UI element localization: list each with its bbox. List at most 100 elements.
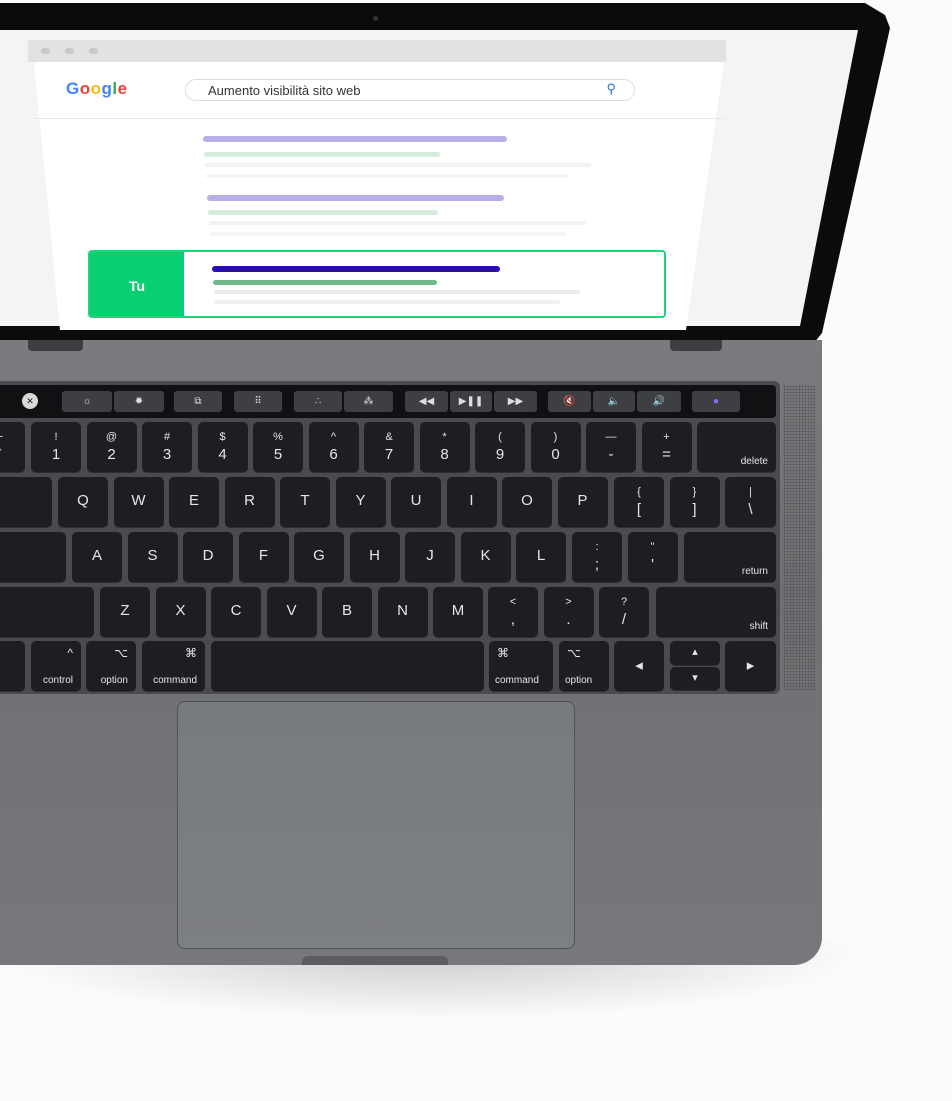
volume-up-icon[interactable]: 🔊 — [637, 391, 681, 412]
brightness-up-icon[interactable]: ✹ — [114, 391, 164, 412]
key-label: > — [565, 596, 572, 608]
trackpad[interactable] — [177, 701, 575, 949]
key-d[interactable]: D — [183, 532, 233, 582]
key-;[interactable]: :; — [572, 532, 622, 582]
key-c[interactable]: C — [211, 587, 261, 637]
key-/[interactable]: ? / — [599, 587, 649, 637]
key-j[interactable]: J — [405, 532, 455, 582]
key-6[interactable]: ^ 6 — [308, 422, 359, 472]
window-minimize-dot[interactable] — [65, 48, 74, 54]
mission-control-icon[interactable]: ⧉ — [174, 391, 222, 412]
key-3[interactable]: #3 — [142, 422, 192, 472]
key-\[interactable]: | \ — [725, 477, 776, 527]
key-5[interactable]: % 5 — [253, 422, 303, 472]
key-.[interactable]: >. — [543, 587, 594, 637]
key-shift-right[interactable]: shift — [656, 587, 776, 637]
key-7[interactable]: & 7 — [364, 422, 414, 472]
key-z[interactable]: Z — [100, 587, 150, 637]
key-`[interactable]: ~` — [0, 422, 25, 472]
search-input[interactable]: Aumento visibilità sito web ⚲ — [185, 79, 635, 101]
key-arrow-down[interactable]: ▾ — [670, 667, 720, 690]
key-v[interactable]: V — [266, 587, 317, 637]
key-4[interactable]: $4 — [197, 422, 248, 472]
key-a[interactable]: A — [72, 532, 122, 582]
result-title-placeholder[interactable] — [203, 136, 507, 142]
key-'[interactable]: " ' — [627, 532, 678, 582]
key-label: - — [608, 446, 614, 463]
key-0[interactable]: ) 0 — [530, 422, 581, 472]
key-arrow-right[interactable]: ▸ — [725, 641, 776, 691]
mute-icon[interactable]: 🔇 — [548, 391, 591, 412]
key--[interactable]: — - — [586, 422, 636, 472]
search-icon[interactable]: ⚲ — [606, 81, 616, 97]
key-g[interactable]: G — [294, 532, 344, 582]
fast-forward-icon[interactable]: ▶▶ — [494, 391, 537, 412]
key-q[interactable]: Q — [58, 477, 108, 527]
result-title-placeholder[interactable] — [207, 195, 504, 201]
key-label: K — [480, 547, 491, 564]
key-=[interactable]: + = — [641, 422, 692, 472]
logo-letter: o — [90, 79, 102, 98]
key-8[interactable]: * 8 — [419, 422, 470, 472]
keyboard-light-up-icon[interactable]: ⁂ — [344, 391, 393, 412]
key-arrow-up[interactable]: ▴ — [670, 641, 720, 665]
key-command-right[interactable]: ⌘ command — [489, 641, 553, 691]
key-label: = — [662, 446, 671, 463]
key-h[interactable]: H — [349, 532, 400, 582]
key-control[interactable]: ^ control — [31, 641, 81, 691]
key-s[interactable]: S — [127, 532, 178, 582]
key-command-left[interactable]: ⌘ command — [142, 641, 205, 691]
key-x[interactable]: X — [155, 587, 206, 637]
key-p[interactable]: P — [557, 477, 608, 527]
key-arrow-left[interactable]: ◂ — [614, 641, 664, 691]
key-n[interactable]: N — [377, 587, 428, 637]
key-l[interactable]: L — [516, 532, 566, 582]
key-option-left[interactable]: ⌥ option — [86, 641, 136, 691]
key-option-right[interactable]: ⌥ option — [559, 641, 609, 691]
key-label: % — [273, 431, 283, 443]
key-1[interactable]: ! 1 — [31, 422, 81, 472]
key-w[interactable]: W — [113, 477, 164, 527]
key-f[interactable]: F — [238, 532, 289, 582]
key-][interactable]: }] — [669, 477, 720, 527]
launchpad-icon[interactable]: ⠿ — [234, 391, 282, 412]
key-i[interactable]: I — [446, 477, 497, 527]
highlighted-result[interactable]: Tu — [88, 250, 666, 318]
key-space[interactable] — [211, 641, 484, 691]
key-tab[interactable] — [0, 477, 52, 527]
key-r[interactable]: R — [224, 477, 275, 527]
key-t[interactable]: T — [280, 477, 330, 527]
siri-icon[interactable]: ● — [692, 391, 740, 412]
key-,[interactable]: <, — [488, 587, 538, 637]
brightness-down-icon[interactable]: ☼ — [62, 391, 112, 412]
key-label: * — [442, 431, 447, 443]
search-query: Aumento visibilità sito web — [208, 83, 361, 98]
esc-close-icon[interactable]: ✕ — [22, 393, 38, 409]
key-b[interactable]: B — [322, 587, 372, 637]
highlight-title-placeholder[interactable] — [212, 266, 500, 272]
key-fn[interactable] — [0, 641, 25, 691]
key-[[interactable]: {[ — [614, 477, 664, 527]
key-label: shift — [749, 621, 768, 632]
play-pause-icon[interactable]: ▶❚❚ — [450, 391, 492, 412]
key-o[interactable]: O — [502, 477, 552, 527]
key-9[interactable]: (9 — [475, 422, 525, 472]
key-e[interactable]: E — [169, 477, 219, 527]
key-caps-lock[interactable]: s lock — [0, 532, 66, 582]
key-u[interactable]: U — [391, 477, 441, 527]
key-delete[interactable]: delete — [697, 422, 776, 472]
key-shift-left[interactable]: ft — [0, 587, 94, 637]
key-label: ? — [620, 596, 628, 608]
key-k[interactable]: K — [460, 532, 511, 582]
volume-down-icon[interactable]: 🔈 — [593, 391, 635, 412]
key-label: @ — [105, 431, 118, 443]
window-close-dot[interactable] — [41, 48, 50, 54]
key-return[interactable]: return — [684, 532, 776, 582]
result-snippet-placeholder — [205, 163, 591, 167]
window-zoom-dot[interactable] — [89, 48, 98, 54]
keyboard-light-down-icon[interactable]: ∴ — [294, 391, 342, 412]
key-m[interactable]: M — [433, 587, 483, 637]
key-y[interactable]: Y — [335, 477, 386, 527]
rewind-icon[interactable]: ◀◀ — [405, 391, 448, 412]
key-2[interactable]: @2 — [86, 422, 137, 472]
